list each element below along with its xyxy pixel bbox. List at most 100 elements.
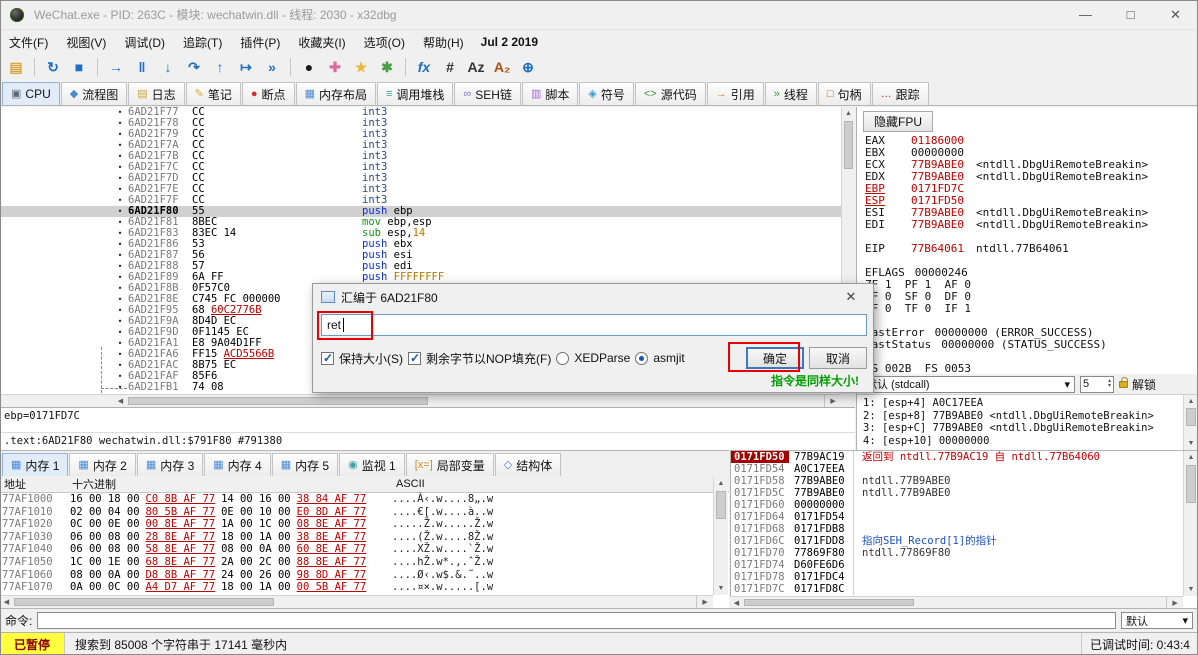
scroll-down-icon[interactable]: ▼: [714, 582, 728, 595]
globe-icon[interactable]: ⊕: [516, 56, 540, 78]
scrollbar-thumb[interactable]: [14, 598, 274, 606]
stack-row[interactable]: 0171FD7C0171FD8C: [731, 583, 1198, 595]
scroll-down-icon[interactable]: ▼: [1184, 583, 1198, 596]
tab-dump-3[interactable]: ▦内存 3: [137, 453, 203, 476]
scroll-up-icon[interactable]: ▲: [714, 477, 728, 490]
assemble-icon[interactable]: A₂: [490, 56, 514, 78]
command-profile-select[interactable]: 默认 ▾: [1121, 612, 1193, 629]
memory-dump-pane[interactable]: 地址 十六进制 ASCII 77AF100016 00 18 00C0 8B A…: [0, 476, 729, 608]
stack-arg-row[interactable]: 2: [esp+8] 77B9ABE0 <ntdll.DbgUiRemoteBr…: [863, 410, 1198, 423]
stack-pane[interactable]: 0171FD5077B9AC19返回到 ntdll.77B9AC19 自 ntd…: [730, 450, 1198, 608]
animate-into-icon[interactable]: »: [260, 56, 284, 78]
run-to-user-code-icon[interactable]: ↦: [234, 56, 258, 78]
restart-icon[interactable]: ↻: [41, 56, 65, 78]
asmjit-radio[interactable]: [635, 352, 648, 365]
unlock-toggle[interactable]: 解锁: [1119, 376, 1156, 393]
stack-row[interactable]: 0171FD5C77B9ABE0ntdll.77B9ABE0: [731, 487, 1198, 499]
scrollbar-thumb[interactable]: [716, 491, 726, 519]
tab-call-stack[interactable]: ≡调用堆栈: [377, 82, 453, 105]
register-row[interactable]: CF 0 TF 0 IF 1: [857, 303, 1198, 315]
tab-threads[interactable]: »线程: [765, 82, 817, 105]
eight-ball-icon[interactable]: ●: [297, 56, 321, 78]
dump-row[interactable]: 77AF10501C 00 1E 0068 8E AF 772A 00 2C 0…: [0, 556, 729, 569]
stack-row[interactable]: 0171FD5077B9AC19返回到 ntdll.77B9AC19 自 ntd…: [731, 451, 1198, 463]
keep-size-checkbox[interactable]: [321, 352, 334, 365]
stack-row[interactable]: 0171FD5877B9ABE0ntdll.77B9ABE0: [731, 475, 1198, 487]
command-input[interactable]: [37, 612, 1116, 629]
close-button[interactable]: ✕: [1153, 0, 1198, 29]
scrollbar-thumb[interactable]: [1186, 408, 1196, 426]
disasm-row[interactable]: •6AD21F8653push ebx: [0, 239, 841, 250]
register-row[interactable]: EIP77B64061ntdll.77B64061: [857, 243, 1198, 255]
register-row[interactable]: EAX01186000: [857, 135, 1198, 147]
dump-row[interactable]: 77AF104006 00 08 0058 8E AF 7708 00 0A 0…: [0, 543, 729, 556]
tab-struct[interactable]: ◇结构体: [495, 453, 561, 476]
tab-source[interactable]: <>源代码: [635, 82, 706, 105]
tab-log[interactable]: ▤日志: [128, 82, 184, 105]
tab-symbols[interactable]: ◈符号: [579, 82, 633, 105]
dump-row[interactable]: 77AF103006 00 08 0028 8E AF 7718 00 1A 0…: [0, 531, 729, 544]
menu-favourites[interactable]: 收藏夹(I): [289, 31, 354, 54]
scroll-left-icon[interactable]: ◀: [730, 597, 743, 608]
scroll-down-icon[interactable]: ▼: [1184, 437, 1198, 450]
args-scrollbar[interactable]: ▲ ▼: [1183, 395, 1198, 450]
scroll-up-icon[interactable]: ▲: [1184, 395, 1198, 408]
spin-down-icon[interactable]: ▾: [1108, 384, 1111, 389]
tab-graph[interactable]: ◆流程图: [61, 82, 127, 105]
disasm-horizontal-scrollbar[interactable]: ◀ ▶: [0, 394, 841, 407]
dialog-close-icon[interactable]: ✕: [837, 289, 865, 305]
calculator-icon[interactable]: fx: [412, 56, 436, 78]
scrollbar-thumb[interactable]: [1186, 465, 1196, 503]
tab-locals[interactable]: [x=]局部变量: [406, 453, 494, 476]
scroll-up-icon[interactable]: ▲: [1184, 451, 1198, 464]
stack-row[interactable]: 0171FD7077869F80ntdll.77869F80: [731, 547, 1198, 559]
disasm-row[interactable]: •6AD21F7ACCint3: [0, 140, 841, 151]
tab-notes[interactable]: ✎笔记: [186, 82, 241, 105]
stack-row[interactable]: 0171FD680171FDB8: [731, 523, 1198, 535]
menu-options[interactable]: 选项(O): [355, 31, 414, 54]
fill-with-nop-checkbox[interactable]: [408, 352, 421, 365]
disasm-row[interactable]: •6AD21F7ECCint3: [0, 184, 841, 195]
disasm-row[interactable]: •6AD21F7BCCint3: [0, 151, 841, 162]
stack-row[interactable]: 0171FD780171FDC4: [731, 571, 1198, 583]
menu-view[interactable]: 视图(V): [57, 31, 115, 54]
settings-icon[interactable]: ✱: [375, 56, 399, 78]
disasm-row[interactable]: •6AD21F7DCCint3: [0, 173, 841, 184]
scrollbar-thumb[interactable]: [128, 397, 428, 405]
stack-row[interactable]: 0171FD74D60FE6D6: [731, 559, 1198, 571]
menu-debug[interactable]: 调试(D): [115, 31, 174, 54]
dump-header-address[interactable]: 地址: [0, 476, 70, 492]
dialog-titlebar[interactable]: 汇编于 6AD21F80 ✕: [313, 284, 873, 310]
open-file-icon[interactable]: ▤: [4, 56, 28, 78]
disasm-row[interactable]: •6AD21F7CCCint3: [0, 162, 841, 173]
tab-dump-4[interactable]: ▦内存 4: [204, 453, 270, 476]
disasm-row[interactable]: •6AD21F78CCint3: [0, 118, 841, 129]
patch-icon[interactable]: ✚: [323, 56, 347, 78]
stack-arg-row[interactable]: 3: [esp+C] 77B9ABE0 <ntdll.DbgUiRemoteBr…: [863, 422, 1198, 435]
tab-trace[interactable]: …跟踪: [872, 82, 929, 105]
scrollbar-thumb[interactable]: [844, 121, 853, 169]
scroll-left-icon[interactable]: ◀: [114, 395, 127, 407]
stack-arg-row[interactable]: 4: [esp+10] 00000000: [863, 435, 1198, 448]
disasm-row[interactable]: •6AD21F79CCint3: [0, 129, 841, 140]
scroll-right-icon[interactable]: ▶: [1166, 597, 1183, 608]
hide-fpu-button[interactable]: 隐藏FPU: [863, 111, 933, 132]
menu-trace[interactable]: 追踪(T): [174, 31, 231, 54]
disasm-row[interactable]: •6AD21F77CCint3: [0, 107, 841, 118]
ok-button[interactable]: 确定: [746, 347, 804, 369]
dump-row[interactable]: 77AF100016 00 18 00C0 8B AF 7714 00 16 0…: [0, 493, 729, 506]
register-row[interactable]: EDX77B9ABE0<ntdll.DbgUiRemoteBreakin>: [857, 171, 1198, 183]
tab-dump-1[interactable]: ▦内存 1: [2, 453, 68, 476]
register-row[interactable]: EBP0171FD7C: [857, 183, 1198, 195]
register-row[interactable]: EDI77B9ABE0<ntdll.DbgUiRemoteBreakin>: [857, 219, 1198, 231]
tab-dump-5[interactable]: ▦内存 5: [272, 453, 338, 476]
menu-help[interactable]: 帮助(H): [414, 31, 473, 54]
menu-plugins[interactable]: 插件(P): [231, 31, 289, 54]
dump-row[interactable]: 77AF101002 00 04 0080 5B AF 770E 00 10 0…: [0, 506, 729, 519]
favourites-icon[interactable]: ★: [349, 56, 373, 78]
dump-vertical-scrollbar[interactable]: ▲ ▼: [713, 477, 728, 595]
step-into-icon[interactable]: ↓: [156, 56, 180, 78]
tab-watch-1[interactable]: ◉监视 1: [339, 453, 405, 476]
register-row[interactable]: GS 002B FS 0053: [857, 363, 1198, 374]
minimize-button[interactable]: —: [1063, 0, 1108, 29]
